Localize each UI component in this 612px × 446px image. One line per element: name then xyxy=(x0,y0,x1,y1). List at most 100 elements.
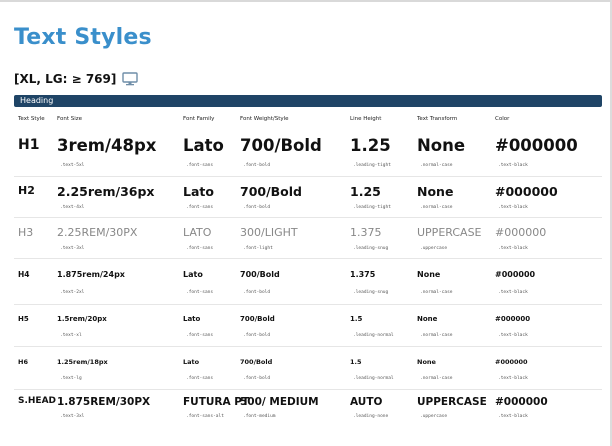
row-text-style-label: H6 xyxy=(18,358,28,366)
row-font-family-value: Lato xyxy=(183,315,201,323)
row-font-size-class: .text-4xl xyxy=(60,205,85,210)
column-header-line-height: Line Height xyxy=(350,116,382,122)
row-font-size-class: .text-5xl xyxy=(60,163,85,168)
row-font-family-value: Lato xyxy=(183,184,214,199)
row-divider xyxy=(14,389,602,390)
row-text-transform-class: .normal-case xyxy=(420,163,453,168)
column-header-font-size: Font Size xyxy=(57,116,83,122)
row-text-transform-class: .uppercase xyxy=(420,246,448,251)
row-color-class: .text-black xyxy=(498,290,528,295)
row-line-height-value: AUTO xyxy=(350,396,383,408)
row-color-value: #000000 xyxy=(495,226,547,239)
row-text-style-label: H4 xyxy=(18,270,30,280)
row-text-transform-value: None xyxy=(417,184,454,199)
row-font-size-class: .text-2xl xyxy=(60,290,85,295)
column-header-color: Color xyxy=(495,116,510,122)
row-font-size-value: 1.875rem/24px xyxy=(57,270,125,279)
column-header-font-family: Font Family xyxy=(183,116,215,122)
row-font-family-class: .font-sans xyxy=(186,376,214,381)
row-color-class: .text-black xyxy=(498,205,528,210)
row-font-weight-style-value: 500/ MEDIUM xyxy=(240,396,319,408)
row-line-height-value: 1.5 xyxy=(350,358,362,366)
row-divider xyxy=(14,176,602,177)
row-line-height-class: .leading-tight xyxy=(353,163,391,168)
row-line-height-class: .leading-normal xyxy=(353,376,394,381)
row-text-transform-class: .normal-case xyxy=(420,376,453,381)
row-font-weight-style-class: .font-bold xyxy=(243,205,271,210)
column-header-text-style: Text Style xyxy=(18,116,45,122)
row-divider xyxy=(14,258,602,259)
row-line-height-value: 1.5 xyxy=(350,315,363,323)
row-text-style-label: H5 xyxy=(18,315,29,323)
row-text-transform-class: .normal-case xyxy=(420,205,453,210)
section-heading-label: Heading xyxy=(20,96,54,105)
row-text-style-label: H1 xyxy=(18,136,40,153)
row-font-size-class: .text-3xl xyxy=(60,414,85,419)
row-text-transform-class: .normal-case xyxy=(420,290,453,295)
row-font-family-value: Lato xyxy=(183,270,203,279)
row-text-transform-value: None xyxy=(417,136,466,155)
row-text-transform-value: None xyxy=(417,358,436,366)
row-color-class: .text-black xyxy=(498,414,528,419)
column-header-text-transform: Text Transform xyxy=(417,116,458,122)
row-font-size-class: .text-lg xyxy=(60,376,82,381)
row-color-value: #000000 xyxy=(495,184,558,199)
row-font-family-class: .font-sans xyxy=(186,290,214,295)
row-color-class: .text-black xyxy=(498,246,528,251)
row-color-class: .text-black xyxy=(498,163,528,168)
row-text-transform-class: .uppercase xyxy=(420,414,448,419)
row-font-size-value: 1.875REM/30PX xyxy=(57,396,151,408)
row-color-value: #000000 xyxy=(495,270,536,279)
row-text-style-label: H3 xyxy=(18,226,34,239)
row-font-weight-style-value: 700/Bold xyxy=(240,315,275,323)
row-font-family-class: .font-sans xyxy=(186,163,214,168)
row-line-height-class: .leading-snug xyxy=(353,290,389,295)
row-font-family-class: .font-sans xyxy=(186,246,214,251)
row-font-weight-style-value: 700/Bold xyxy=(240,184,303,199)
row-text-style-label: S.HEAD xyxy=(18,396,57,407)
row-text-transform-class: .normal-case xyxy=(420,333,453,338)
row-font-size-value: 1.25rem/18px xyxy=(57,358,108,366)
row-text-style-label: H2 xyxy=(18,184,35,198)
section-heading-bar: Heading xyxy=(14,95,602,107)
row-line-height-class: .leading-snug xyxy=(353,246,389,251)
row-divider xyxy=(14,304,602,305)
breakpoint-text: [XL, LG: ≥ 769] xyxy=(14,72,117,86)
column-header-font-weight-style: Font Weight/Style xyxy=(240,116,289,122)
row-font-family-class: .font-sans xyxy=(186,205,214,210)
row-divider xyxy=(14,346,602,347)
row-font-weight-style-value: 300/LIGHT xyxy=(240,226,298,239)
row-line-height-value: 1.25 xyxy=(350,136,391,155)
row-line-height-class: .leading-tight xyxy=(353,205,391,210)
breakpoint-label: [XL, LG: ≥ 769] xyxy=(14,72,139,86)
row-text-transform-value: None xyxy=(417,315,438,323)
row-font-weight-style-class: .font-bold xyxy=(243,290,271,295)
page-title: Text Styles xyxy=(14,25,152,50)
row-font-weight-style-value: 700/Bold xyxy=(240,136,322,155)
row-font-weight-style-class: .font-bold xyxy=(243,376,271,381)
row-font-family-class: .font-sans-alt xyxy=(186,414,224,419)
row-line-height-class: .leading-none xyxy=(353,414,389,419)
row-color-class: .text-black xyxy=(498,333,528,338)
row-line-height-value: 1.375 xyxy=(350,226,382,239)
row-font-family-value: Lato xyxy=(183,358,200,366)
row-font-size-value: 3rem/48px xyxy=(57,136,157,155)
window-top-edge xyxy=(0,0,612,2)
row-text-transform-value: UPPERCASE xyxy=(417,226,482,239)
row-color-class: .text-black xyxy=(498,376,528,381)
row-font-weight-style-value: 700/Bold xyxy=(240,270,280,279)
row-font-size-value: 1.5rem/20px xyxy=(57,315,107,323)
row-line-height-value: 1.25 xyxy=(350,184,381,199)
row-color-value: #000000 xyxy=(495,396,548,408)
row-font-weight-style-class: .font-medium xyxy=(243,414,276,419)
row-font-weight-style-class: .font-light xyxy=(243,246,273,251)
row-divider xyxy=(14,217,602,218)
row-text-transform-value: None xyxy=(417,270,441,279)
row-font-size-value: 2.25rem/36px xyxy=(57,184,155,199)
row-text-transform-value: UPPERCASE xyxy=(417,396,487,408)
desktop-monitor-icon xyxy=(122,72,139,86)
row-line-height-value: 1.375 xyxy=(350,270,376,279)
row-font-family-class: .font-sans xyxy=(186,333,214,338)
row-font-family-value: LATO xyxy=(183,226,212,239)
row-font-weight-style-value: 700/Bold xyxy=(240,358,273,366)
